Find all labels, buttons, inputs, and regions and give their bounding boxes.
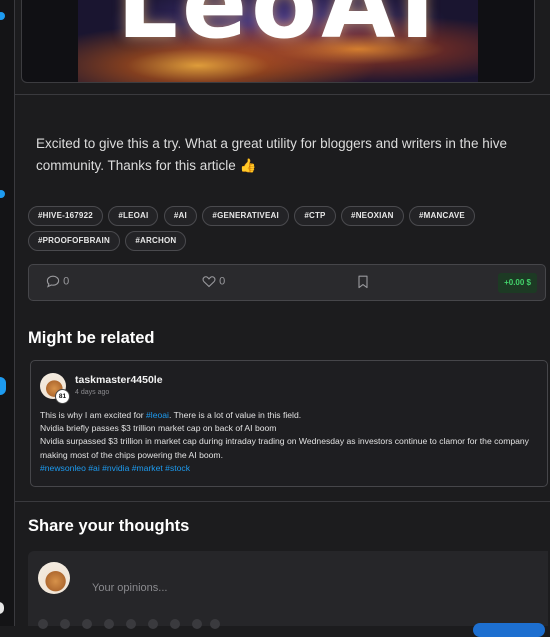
toolbar-icon[interactable]: [210, 619, 220, 629]
tag-chip[interactable]: #GENERATIVEAI: [202, 206, 289, 226]
comment-body: Excited to give this a try. What a great…: [36, 136, 507, 173]
post-cover-image: LeoAI: [21, 0, 535, 83]
post-action-bar: 0 0 +0.00 $: [28, 264, 546, 301]
comment-composer[interactable]: Your opinions...: [28, 551, 548, 637]
heart-icon: [202, 276, 216, 288]
tag-chip[interactable]: #PROOFOFBRAIN: [28, 231, 120, 251]
comment-input[interactable]: Your opinions...: [92, 582, 167, 594]
body-text: Nvidia surpassed $3 trillion in market c…: [40, 436, 529, 460]
likes-count: 0: [219, 275, 226, 288]
toolbar-icon[interactable]: [104, 619, 114, 629]
bookmark-button[interactable]: [357, 275, 369, 289]
toolbar-icon[interactable]: [82, 619, 92, 629]
user-avatar: [38, 562, 70, 594]
tag-chip[interactable]: #AI: [163, 206, 197, 226]
author-name[interactable]: taskmaster4450le: [75, 374, 163, 386]
tag-chip[interactable]: #CTP: [294, 206, 336, 226]
toolbar-icon[interactable]: [60, 619, 70, 629]
leoai-logo: LeoAI: [116, 0, 440, 60]
share-section-title: Share your thoughts: [28, 517, 190, 535]
body-text: This is why I am excited for: [40, 410, 147, 420]
toolbar-icon[interactable]: [126, 619, 136, 629]
toolbar-icon[interactable]: [38, 619, 48, 629]
divider: [14, 94, 550, 95]
tag-list: #HIVE-167922 #LEOAI #AI #GENERATIVEAI #C…: [28, 205, 548, 255]
post-timestamp: 4 days ago: [75, 389, 110, 396]
comments-button[interactable]: 0: [46, 275, 69, 288]
toolbar-icon[interactable]: [148, 619, 158, 629]
tag-chip[interactable]: #LEOAI: [108, 206, 159, 226]
submit-button[interactable]: [473, 623, 545, 637]
left-rail: [0, 0, 15, 626]
related-post-body: This is why I am excited for #leoai. The…: [40, 409, 540, 475]
rail-indicator: [0, 377, 6, 395]
divider: [14, 501, 550, 502]
rail-indicator: [0, 602, 4, 614]
payout-badge[interactable]: +0.00 $: [498, 273, 537, 293]
tag-chip[interactable]: #ARCHON: [125, 231, 187, 251]
related-section-title: Might be related: [28, 329, 155, 347]
reputation-badge: 81: [55, 389, 70, 404]
related-post-card[interactable]: taskmaster4450le 4 days ago This is why …: [30, 360, 548, 487]
tag-chip[interactable]: #NEOXIAN: [341, 206, 404, 226]
comments-count: 0: [63, 275, 70, 288]
rail-indicator: [0, 190, 5, 198]
body-text: . There is a lot of value in this field.: [168, 410, 302, 420]
tag-chip[interactable]: #MANCAVE: [409, 206, 475, 226]
bookmark-icon: [358, 275, 368, 289]
like-button[interactable]: 0: [202, 275, 225, 288]
tag-chip[interactable]: #HIVE-167922: [28, 206, 103, 226]
hashtag-link[interactable]: #leoai: [146, 410, 169, 420]
toolbar-icon[interactable]: [170, 619, 180, 629]
comment-icon: [46, 275, 60, 288]
hashtag-links[interactable]: #newsonleo #ai #nvidia #market #stock: [40, 462, 540, 475]
body-text: Nvidia briefly passes $3 trillion market…: [40, 423, 277, 434]
cover-artwork: LeoAI: [78, 0, 478, 82]
rail-indicator: [0, 12, 5, 20]
toolbar-icon[interactable]: [192, 619, 202, 629]
